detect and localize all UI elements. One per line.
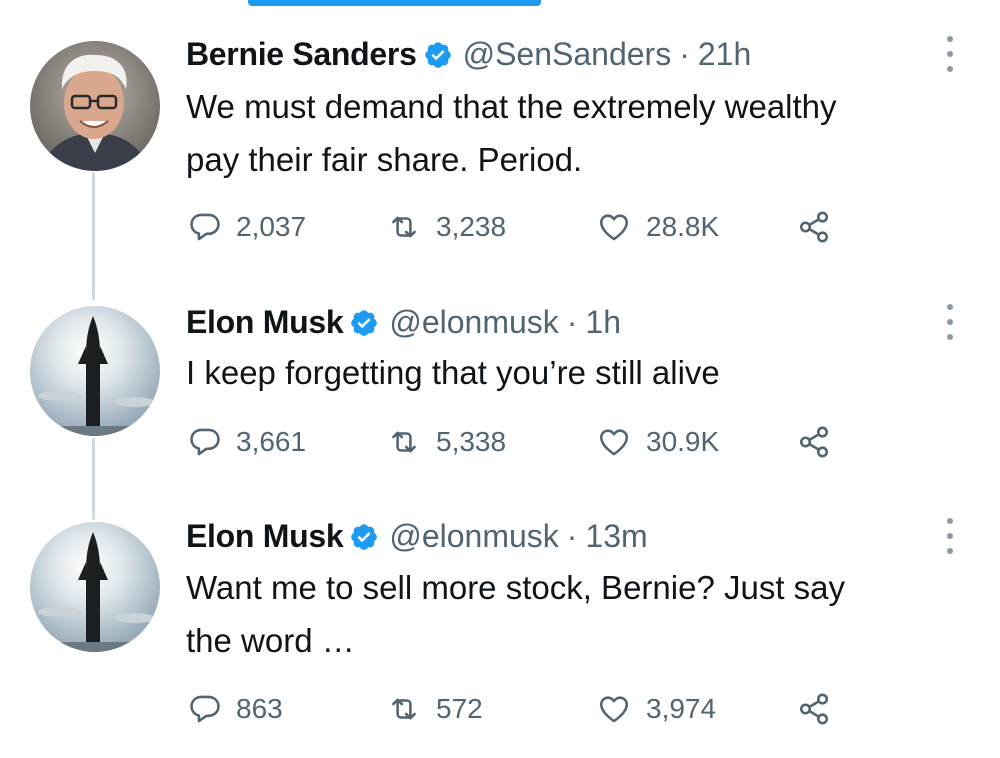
tweet-text: I keep forgetting that you’re still aliv… <box>186 354 720 391</box>
bernie-sanders-photo <box>30 41 160 171</box>
share-button[interactable] <box>796 422 832 462</box>
reply-icon <box>190 428 220 456</box>
reply-icon <box>190 695 220 723</box>
like-count: 28.8K <box>646 211 720 242</box>
display-name[interactable]: Elon Musk <box>186 302 344 342</box>
timestamp[interactable]: 13m <box>585 516 647 556</box>
share-icon <box>799 693 829 725</box>
share-icon <box>799 426 829 458</box>
like-button[interactable]: 30.9K <box>596 422 719 462</box>
tweet-header: Elon Musk @elonmusk · 13m <box>186 516 648 556</box>
tweet-text: Want me to sell more stock, Bernie? Just… <box>186 569 846 659</box>
like-count: 30.9K <box>646 426 720 457</box>
avatar[interactable] <box>30 522 160 652</box>
user-handle[interactable]: @elonmusk <box>389 302 558 342</box>
more-options-icon[interactable] <box>944 518 956 554</box>
share-button[interactable] <box>796 207 832 247</box>
retweet-icon <box>392 698 416 720</box>
verified-badge-icon <box>349 307 379 337</box>
timestamp[interactable]: 21h <box>698 34 751 74</box>
separator-dot: · <box>566 304 578 340</box>
thread-connector-line <box>92 438 95 520</box>
display-name[interactable]: Bernie Sanders <box>186 34 417 74</box>
like-count: 3,974 <box>646 693 717 724</box>
top-scroll-indicator <box>248 0 541 6</box>
more-options-icon[interactable] <box>944 304 956 340</box>
retweet-count: 572 <box>436 693 483 724</box>
reply-count: 3,661 <box>236 426 307 457</box>
starship-rocket-photo <box>30 522 160 652</box>
separator-dot: · <box>679 36 690 72</box>
heart-icon <box>599 696 629 723</box>
retweet-button[interactable]: 3,238 <box>386 207 506 247</box>
retweet-icon <box>392 431 416 453</box>
reply-button[interactable]: 3,661 <box>188 422 306 462</box>
avatar[interactable] <box>30 306 160 436</box>
retweet-count: 5,338 <box>436 426 507 457</box>
thread-connector-line <box>92 172 95 300</box>
tweet-header: Elon Musk @elonmusk · 1h <box>186 302 621 342</box>
reply-count: 863 <box>236 693 283 724</box>
starship-rocket-photo <box>30 306 160 436</box>
retweet-icon <box>392 216 416 238</box>
reply-button[interactable]: 863 <box>188 689 283 729</box>
user-handle[interactable]: @elonmusk <box>389 516 558 556</box>
reply-icon <box>190 213 220 241</box>
avatar[interactable] <box>30 41 160 171</box>
display-name[interactable]: Elon Musk <box>186 516 344 556</box>
verified-badge-icon <box>349 521 379 551</box>
heart-icon <box>599 429 629 456</box>
heart-icon <box>599 214 629 241</box>
tweet-header: Bernie Sanders @SenSanders · 21h <box>186 34 751 74</box>
separator-dot: · <box>566 518 578 554</box>
tweet-text: We must demand that the extremely wealth… <box>186 88 837 178</box>
retweet-count: 3,238 <box>436 211 507 242</box>
verified-badge-icon <box>423 39 453 69</box>
like-button[interactable]: 28.8K <box>596 207 719 247</box>
user-handle[interactable]: @SenSanders <box>463 34 672 74</box>
reply-button[interactable]: 2,037 <box>188 207 306 247</box>
reply-count: 2,037 <box>236 211 307 242</box>
like-button[interactable]: 3,974 <box>596 689 716 729</box>
share-button[interactable] <box>796 689 832 729</box>
more-options-icon[interactable] <box>944 36 956 72</box>
share-icon <box>799 211 829 243</box>
timestamp[interactable]: 1h <box>585 302 621 342</box>
retweet-button[interactable]: 5,338 <box>386 422 506 462</box>
retweet-button[interactable]: 572 <box>386 689 483 729</box>
